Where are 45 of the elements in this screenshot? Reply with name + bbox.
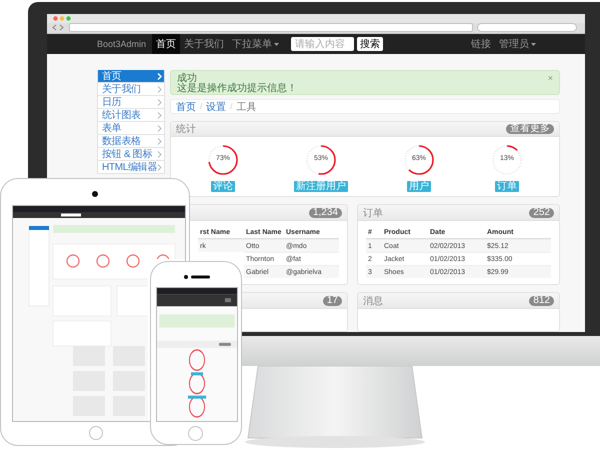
window-controls-icon[interactable] — [53, 16, 73, 21]
sidebar-item[interactable]: 表单 — [97, 122, 165, 135]
count-badge: 17 — [322, 296, 342, 306]
gauge-label: 新注册用户 — [294, 181, 348, 192]
panel-title: 订单 — [363, 206, 383, 220]
gauge-label: 订单 — [495, 181, 519, 192]
nav-link[interactable]: 链接 — [467, 34, 495, 54]
browser-search-field[interactable] — [477, 23, 577, 32]
panel-title: 统计 — [176, 122, 196, 136]
search-button[interactable]: 搜索 — [357, 37, 384, 51]
gauge-label: 用户 — [407, 181, 431, 192]
sidebar-item[interactable]: HTML编辑器 — [97, 161, 165, 174]
alert-title: 成功 — [177, 73, 198, 84]
breadcrumb-separator: / — [200, 102, 202, 111]
sidebar-item[interactable]: 统计图表 — [97, 109, 165, 122]
panel-title: 消息 — [363, 294, 383, 308]
breadcrumb-separator: / — [230, 102, 232, 111]
sidebar-item[interactable]: 按钮 & 图标 — [97, 148, 165, 161]
count-badge: 812 — [529, 296, 554, 306]
close-button[interactable]: × — [548, 73, 553, 92]
search-field[interactable]: 请输入内容 — [291, 37, 354, 51]
alert-message: 这是是操作成功提示信息！ — [177, 84, 297, 94]
nav-link[interactable]: 管理员 — [495, 34, 540, 54]
home-button[interactable] — [188, 426, 203, 441]
caret-icon — [274, 42, 280, 46]
speaker-icon — [184, 275, 210, 279]
brand[interactable]: Boot3Admin — [97, 39, 146, 49]
back-forward-icon[interactable] — [51, 24, 65, 32]
nav-link[interactable]: 下拉菜单 — [228, 34, 284, 54]
breadcrumb-link[interactable]: 首页 — [176, 100, 196, 114]
address-field[interactable] — [69, 23, 473, 32]
nav-link[interactable]: 关于我们 — [180, 34, 228, 54]
sidebar-item[interactable]: 日历 — [97, 96, 165, 109]
gauge-label: 评论 — [211, 181, 235, 192]
sidebar-item[interactable]: 关于我们 — [97, 83, 165, 96]
more-badge[interactable]: 查看更多 — [506, 124, 554, 134]
breadcrumb-link[interactable]: 设置 — [206, 100, 226, 114]
caret-icon — [531, 42, 536, 46]
camera-icon — [92, 191, 98, 197]
count-badge: 1,234 — [308, 208, 342, 218]
sidebar-item[interactable]: 数据表格 — [97, 135, 165, 148]
count-badge: 252 — [529, 208, 554, 218]
home-button[interactable] — [89, 426, 103, 440]
nav-link[interactable]: 首页 — [152, 34, 180, 54]
sidebar-item[interactable]: 首页 — [97, 70, 165, 83]
